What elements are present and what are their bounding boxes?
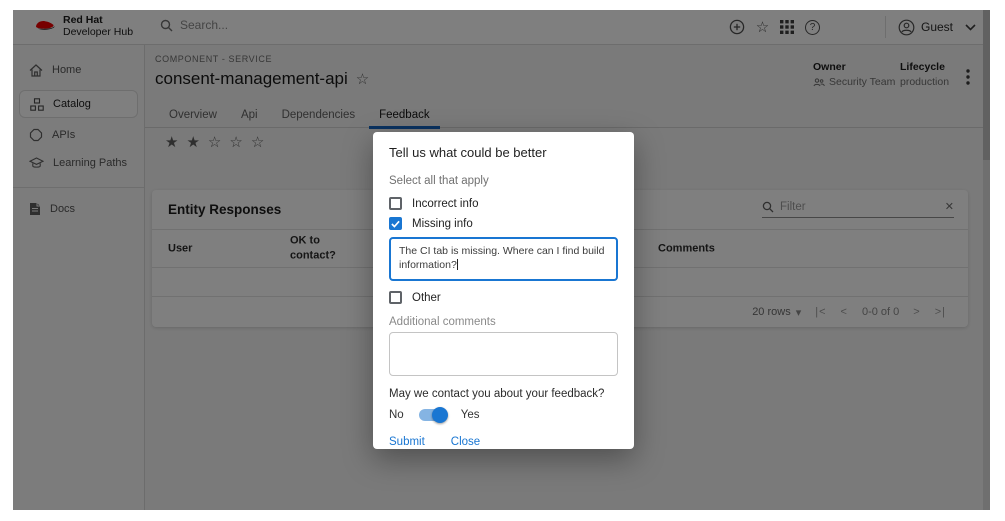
checkbox-other[interactable]: Other [389,291,618,304]
text-cursor [457,259,458,270]
additional-comments-label: Additional comments [389,316,618,328]
checkbox-missing-info[interactable]: Missing info [389,217,618,230]
feedback-dialog: Tell us what could be better Select all … [373,132,634,449]
textarea-value: The CI tab is missing. Where can I find … [399,245,604,271]
submit-button[interactable]: Submit [389,436,425,448]
toggle-thumb [432,407,448,423]
dialog-subtitle: Select all that apply [389,175,618,187]
missing-info-textarea[interactable]: The CI tab is missing. Where can I find … [389,237,618,281]
toggle-label-no: No [389,409,404,421]
toggle-label-yes: Yes [461,409,480,421]
contact-question: May we contact you about your feedback? [389,388,618,400]
additional-comments-textarea[interactable] [389,332,618,376]
contact-toggle[interactable] [419,409,446,421]
checkbox-checked-icon [389,217,402,230]
close-button[interactable]: Close [451,436,480,448]
checkbox-unchecked-icon [389,197,402,210]
dialog-title: Tell us what could be better [389,145,618,160]
checkbox-unchecked-icon [389,291,402,304]
checkbox-incorrect-info[interactable]: Incorrect info [389,197,618,210]
